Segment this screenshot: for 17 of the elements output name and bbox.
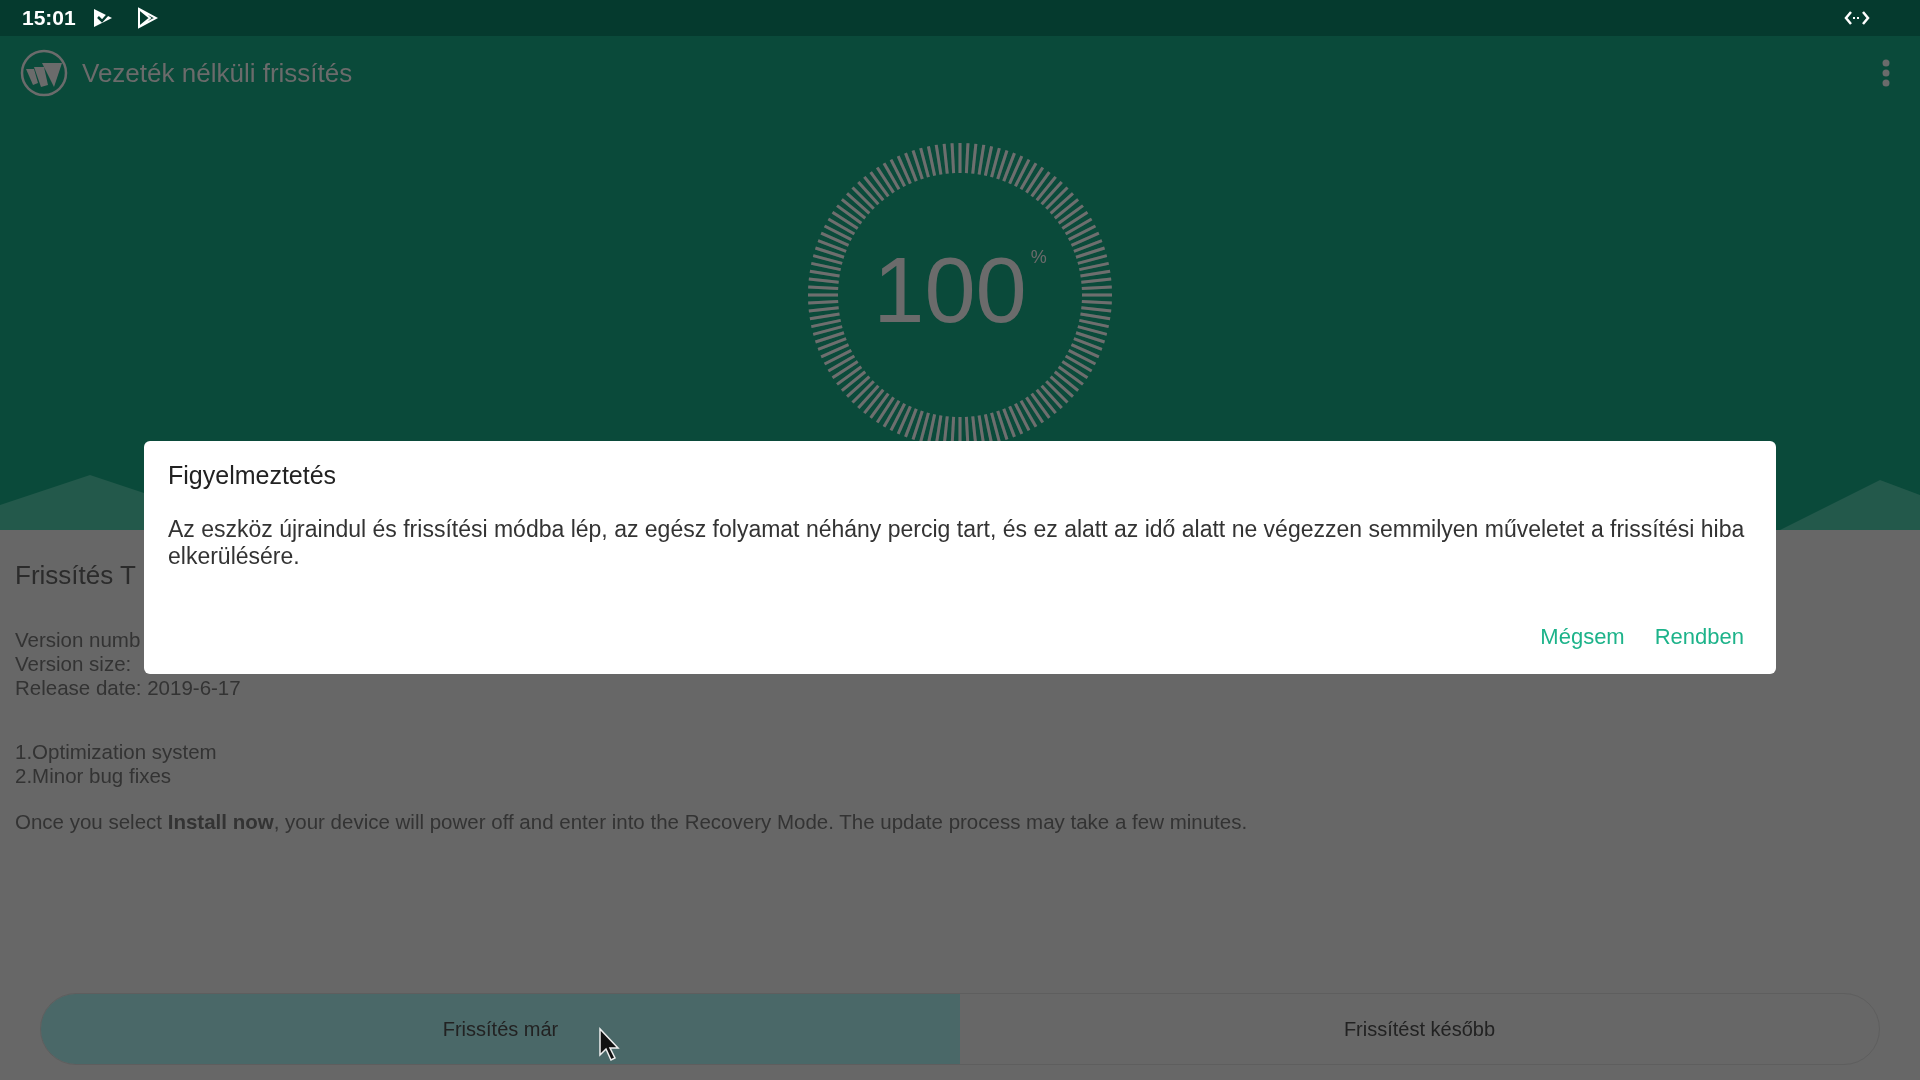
dialog-message: Az eszköz újraindul és frissítési módba lép, az egész folyamat néhány percig tart, és ez alatt az idő alatt ne végezzen semmilyen műveletet a frissítési hiba elkerülésére.	[168, 516, 1746, 570]
network-icon	[1844, 10, 1870, 26]
action-button[interactable]: Frissítés már	[41, 994, 960, 1064]
percent-sign: %	[1030, 247, 1047, 268]
clock: 15:01	[22, 6, 76, 30]
action-button[interactable]: Frissítést később	[960, 994, 1879, 1064]
download-icon	[91, 7, 114, 29]
logo-icon	[20, 49, 68, 97]
app-title: Vezeték nélküli frissítés	[82, 57, 353, 89]
dialog-button[interactable]: Mégsem	[1532, 620, 1633, 654]
play-store-icon	[135, 7, 158, 29]
progress-percent: 100	[873, 238, 1027, 343]
more-options-icon[interactable]	[1880, 58, 1892, 88]
section-heading: Frissítés T	[15, 560, 137, 592]
dialog-button[interactable]: Rendben	[1646, 620, 1752, 654]
mouse-pointer-icon	[598, 1027, 622, 1063]
dialog-title: Figyelmeztetés	[168, 461, 338, 490]
